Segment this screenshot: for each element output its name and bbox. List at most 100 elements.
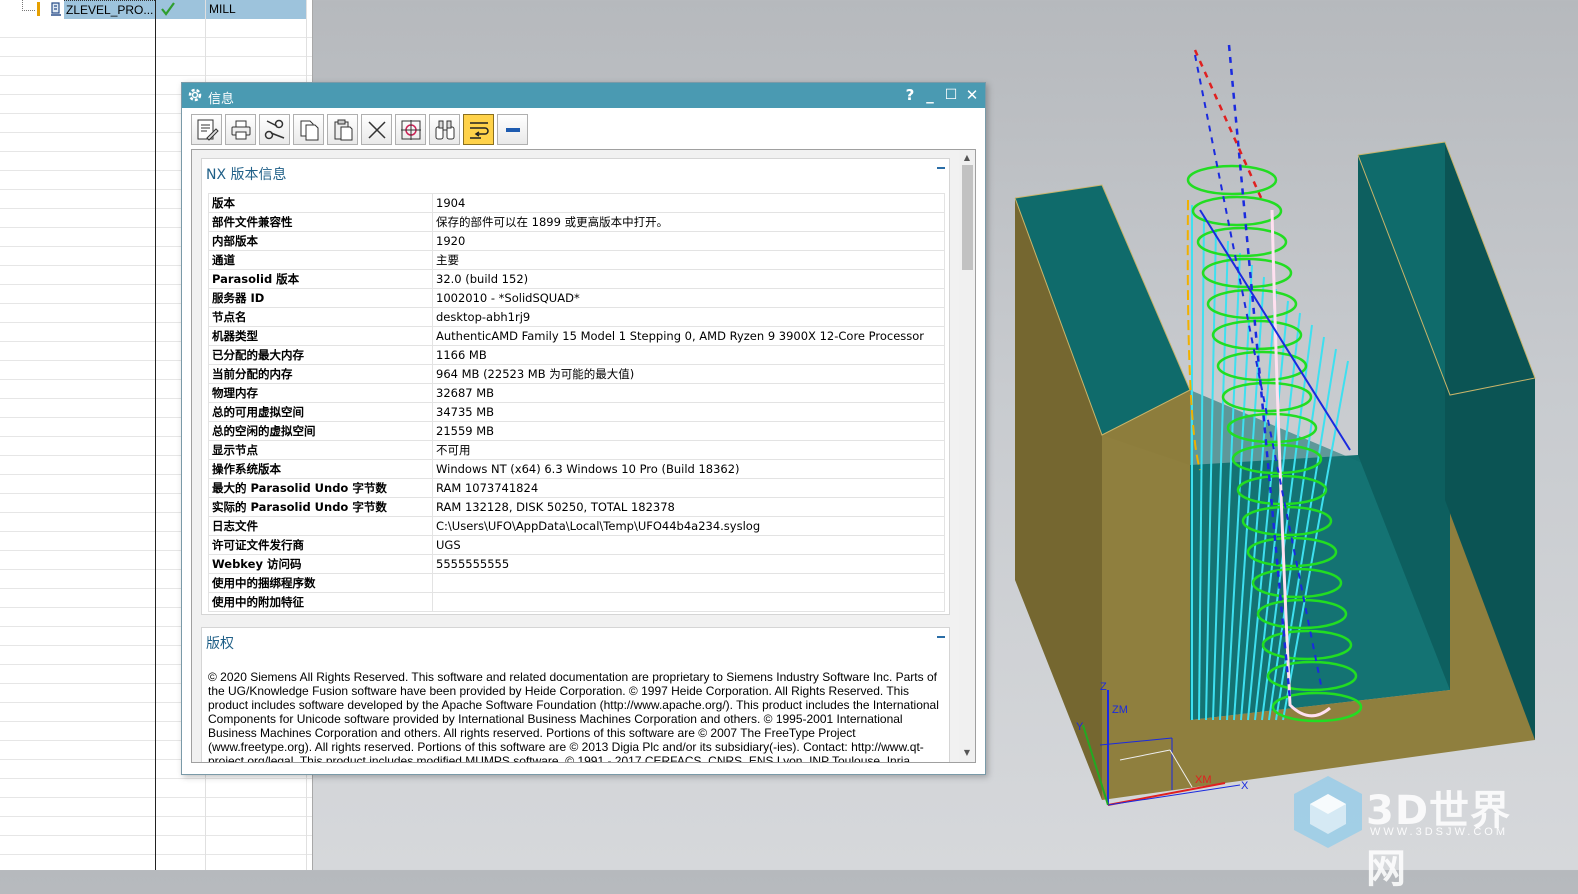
navigator-row[interactable]	[0, 779, 312, 798]
version-value	[432, 573, 945, 593]
version-value: AuthenticAMD Family 15 Model 1 Stepping …	[432, 326, 945, 346]
operation-row[interactable]: ZLEVEL_PRO... MILL	[0, 0, 312, 19]
dialog-titlebar[interactable]: 信息 ? _ ☐ ✕	[182, 83, 985, 108]
print-icon	[231, 120, 251, 140]
version-row: 日志文件 C:\Users\UFO\AppData\Local\Temp\UFO4…	[208, 516, 945, 536]
scroll-thumb[interactable]	[962, 165, 973, 270]
column-divider[interactable]	[155, 0, 156, 870]
zlevel-operation-icon	[50, 2, 63, 20]
navigator-row[interactable]	[0, 836, 312, 855]
version-value: 不可用	[432, 440, 945, 460]
fit-button[interactable]	[395, 114, 426, 145]
z-axis-label: Z	[1100, 681, 1107, 693]
version-key: 实际的 Parasolid Undo 字节数	[208, 497, 433, 517]
cut-icon	[264, 119, 285, 140]
collapse-all-button[interactable]	[497, 114, 528, 145]
cube-logo-icon	[1294, 776, 1362, 848]
print-button[interactable]	[225, 114, 256, 145]
version-row: 当前分配的内存 964 MB (22523 MB 为可能的最大值)	[208, 364, 945, 384]
copy-button[interactable]	[293, 114, 324, 145]
maximize-button[interactable]: ☐	[941, 86, 961, 104]
version-row: 操作系统版本 Windows NT (x64) 6.3 Windows 10 Pr…	[208, 459, 945, 479]
version-value: 32687 MB	[432, 383, 945, 403]
operation-name[interactable]: ZLEVEL_PRO...	[64, 0, 155, 19]
collapse-section-button[interactable]	[936, 630, 946, 640]
version-row: 已分配的最大内存 1166 MB	[208, 345, 945, 365]
version-value: Windows NT (x64) 6.3 Windows 10 Pro (Bui…	[432, 459, 945, 479]
navigator-row[interactable]	[0, 855, 312, 870]
version-row: Parasolid 版本 32.0 (build 152)	[208, 269, 945, 289]
version-key: 部件文件兼容性	[208, 212, 433, 232]
version-row: 版本 1904	[208, 193, 945, 213]
version-value: C:\Users\UFO\AppData\Local\Temp\UFO44b4a…	[432, 516, 945, 536]
version-value: RAM 132128, DISK 50250, TOTAL 182378	[432, 497, 945, 517]
vertical-scrollbar[interactable]: ▲ ▼	[959, 150, 975, 762]
zm-axis-label: ZM	[1112, 704, 1128, 716]
version-value: 5555555555	[432, 554, 945, 574]
toolpath-helix	[1186, 164, 1278, 196]
dialog-title: 信息	[208, 92, 235, 107]
version-row: 机器类型 AuthenticAMD Family 15 Model 1 Stepp…	[208, 326, 945, 346]
version-row: 部件文件兼容性 保存的部件可以在 1899 或更高版本中打开。	[208, 212, 945, 232]
version-key: 当前分配的内存	[208, 364, 433, 384]
tree-connector	[22, 0, 35, 11]
save-button[interactable]	[191, 114, 222, 145]
version-value: 34735 MB	[432, 402, 945, 422]
section-title: 版权	[206, 636, 234, 652]
wrap-text-button[interactable]	[463, 114, 494, 145]
version-key: 最大的 Parasolid Undo 字节数	[208, 478, 433, 498]
cut-button[interactable]	[259, 114, 290, 145]
version-value: 21559 MB	[432, 421, 945, 441]
version-value: 1166 MB	[432, 345, 945, 365]
info-content-area[interactable]: NX 版本信息 版本 1904 部件文件兼容性 保存的部件可以在 1899 或更高版本…	[191, 149, 976, 763]
version-key: 使用中的附加特征	[208, 592, 433, 612]
version-row: 物理内存 32687 MB	[208, 383, 945, 403]
delete-button[interactable]	[361, 114, 392, 145]
version-row: 服务器 ID 1002010 - *SolidSQUAD*	[208, 288, 945, 308]
collapse-section-button[interactable]	[936, 161, 946, 171]
version-row: 通道 主要	[208, 250, 945, 270]
navigator-row[interactable]	[0, 57, 312, 76]
version-key: Parasolid 版本	[208, 269, 433, 289]
navigator-row[interactable]	[0, 38, 312, 57]
operation-status	[156, 0, 205, 19]
version-row: 使用中的捆绑程序数	[208, 573, 945, 593]
version-table: 版本 1904 部件文件兼容性 保存的部件可以在 1899 或更高版本中打开。 内部版本…	[208, 193, 945, 612]
navigator-row[interactable]	[0, 19, 312, 38]
copyright-text: © 2020 Siemens All Rights Reserved. This…	[208, 670, 939, 763]
version-value: 保存的部件可以在 1899 或更高版本中打开。	[432, 212, 945, 232]
scroll-down-arrow-icon[interactable]: ▼	[962, 748, 972, 758]
close-button[interactable]: ✕	[962, 86, 982, 104]
version-row: 许可证文件发行商 UGS	[208, 535, 945, 555]
paste-button[interactable]	[327, 114, 358, 145]
version-key: 机器类型	[208, 326, 433, 346]
version-row: 内部版本 1920	[208, 231, 945, 251]
nx-version-section: NX 版本信息 版本 1904 部件文件兼容性 保存的部件可以在 1899 或更高版本…	[201, 158, 950, 615]
site-watermark: 3D世界网 WWW.3DSJW.COM	[1288, 772, 1548, 892]
operation-type[interactable]: MILL	[206, 0, 306, 19]
minimize-button[interactable]: _	[920, 86, 940, 104]
navigator-row[interactable]	[0, 817, 312, 836]
information-dialog: 信息 ? _ ☐ ✕ NX 版本信息 版本 1904 部件文件兼容性 保存的部件…	[181, 82, 986, 775]
find-button[interactable]	[429, 114, 460, 145]
version-key: Webkey 访问码	[208, 554, 433, 574]
version-row: 总的可用虚拟空间 34735 MB	[208, 402, 945, 422]
toolpath-helix	[1216, 350, 1308, 382]
find-icon	[435, 120, 455, 140]
version-key: 服务器 ID	[208, 288, 433, 308]
version-key: 显示节点	[208, 440, 433, 460]
gear-icon	[187, 87, 203, 106]
version-key: 操作系统版本	[208, 459, 433, 479]
version-row: 使用中的附加特征	[208, 592, 945, 612]
wrap-icon	[470, 122, 489, 139]
scroll-up-arrow-icon[interactable]: ▲	[962, 153, 972, 163]
y-axis-label: Y	[1076, 721, 1084, 733]
delete-icon	[368, 121, 386, 139]
toolpath-approach	[1193, 49, 1264, 201]
version-row: 总的空闲的虚拟空间 21559 MB	[208, 421, 945, 441]
version-key: 版本	[208, 193, 433, 213]
navigator-row[interactable]	[0, 798, 312, 817]
version-value: RAM 1073741824	[432, 478, 945, 498]
save-icon	[197, 119, 219, 141]
help-button[interactable]: ?	[900, 86, 920, 104]
